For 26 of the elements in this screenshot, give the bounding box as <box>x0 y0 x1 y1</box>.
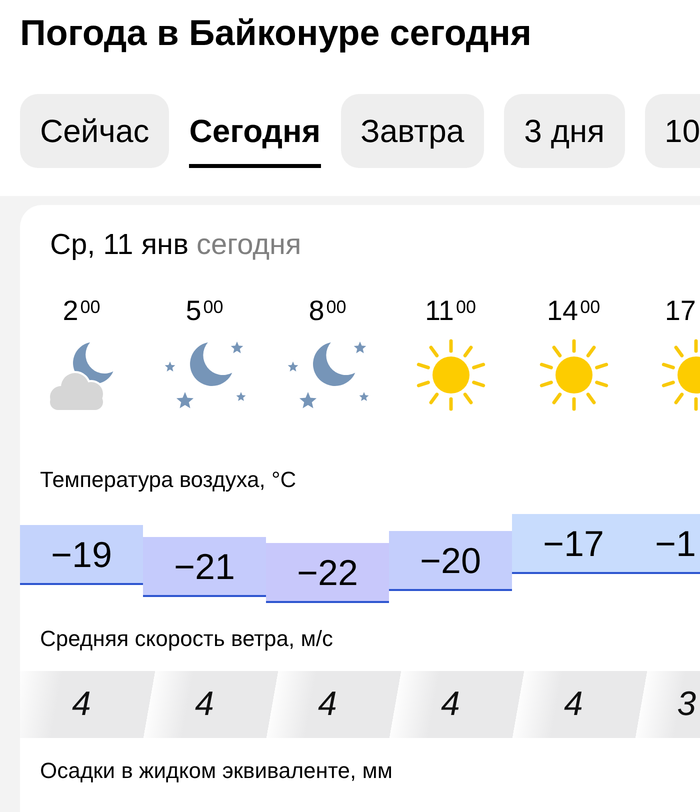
period-tab[interactable]: Завтра <box>340 94 484 168</box>
wind-speed-cell: 4 <box>143 671 266 738</box>
section-label: Температура воздуха, °C <box>40 468 296 492</box>
wind-speed-cell: 4 <box>266 671 389 738</box>
temperature-bar: −20 <box>389 531 512 591</box>
period-tab[interactable]: Сегодня <box>189 94 320 168</box>
period-tab[interactable]: 3 дня <box>504 94 625 168</box>
temperature-bar: −21 <box>143 537 266 597</box>
sun-icon <box>414 339 486 411</box>
sun-icon <box>538 339 610 411</box>
date-heading: Ср, 11 янв сегодня <box>50 228 302 263</box>
temperature-bar: −1 <box>635 514 700 574</box>
period-tab[interactable]: 10 <box>644 94 700 168</box>
section-label: Средняя скорость ветра, м/с <box>40 627 333 651</box>
wind-speed-cell: 4 <box>389 671 512 738</box>
section-label: Осадки в жидком эквиваленте, мм <box>40 759 392 783</box>
page-title: Погода в Байконуре сегодня <box>20 12 532 54</box>
wind-speed-cell: 4 <box>20 671 143 738</box>
wind-speed-cell: 3 <box>635 671 700 738</box>
period-tab[interactable]: Сейчас <box>20 94 170 168</box>
sun-icon <box>660 339 700 411</box>
temperature-bar: −19 <box>20 525 143 585</box>
wind-speed-cell: 4 <box>512 671 635 738</box>
hour-label: 17 <box>664 294 696 328</box>
temperature-bar: −17 <box>512 514 635 574</box>
temperature-bar: −22 <box>266 543 389 603</box>
